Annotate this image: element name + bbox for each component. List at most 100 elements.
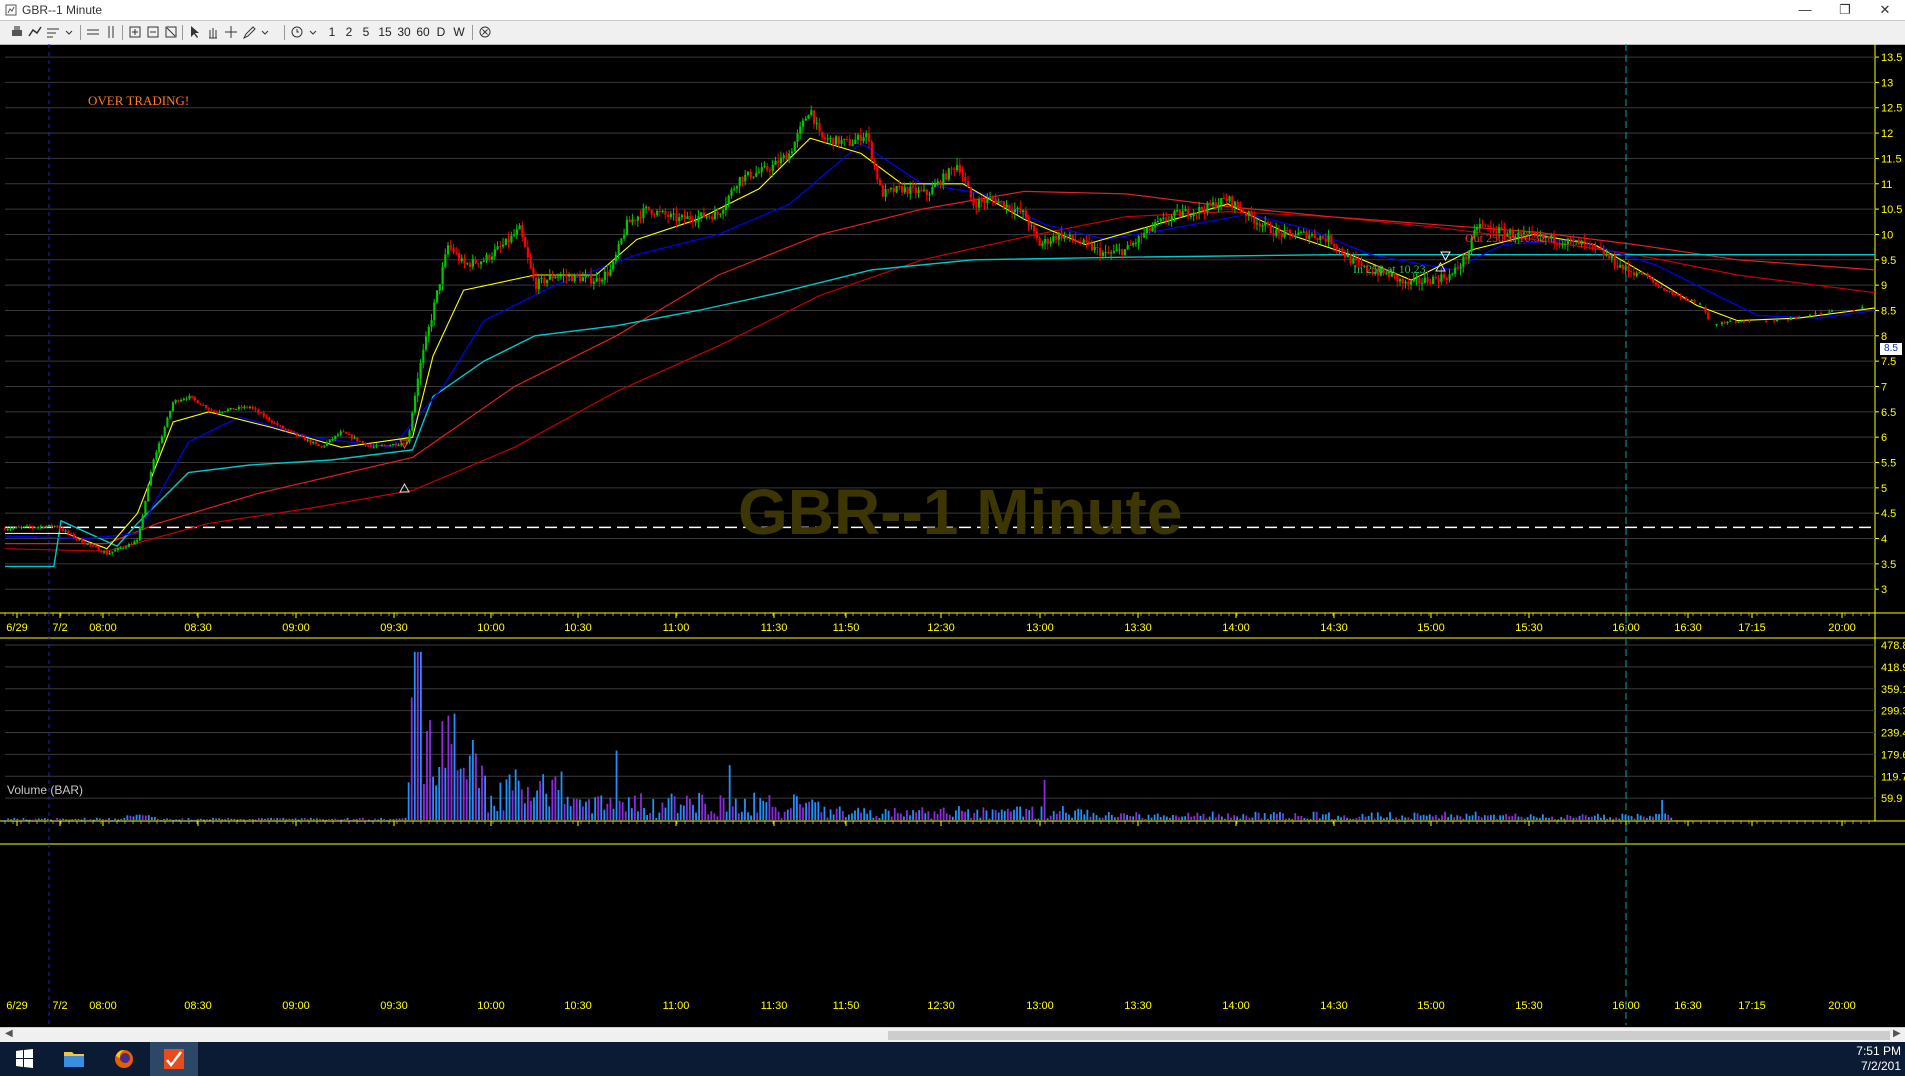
volume-bar xyxy=(1153,814,1156,820)
candle-body xyxy=(364,442,367,446)
vertical-layout-icon[interactable] xyxy=(104,24,118,40)
candle-body xyxy=(397,444,400,446)
volume-bar xyxy=(154,817,156,820)
volume-bar xyxy=(1156,813,1159,820)
candle-body xyxy=(1030,225,1033,227)
clock-icon[interactable] xyxy=(290,24,304,40)
volume-bar xyxy=(401,818,404,820)
candle-body xyxy=(61,528,64,531)
scroll-left-arrow-icon[interactable]: ◀ xyxy=(5,1028,13,1039)
volume-bar xyxy=(725,811,728,820)
volume-bar xyxy=(1294,813,1297,820)
maximize-button[interactable]: ❐ xyxy=(1825,0,1865,20)
chevron-down-icon[interactable] xyxy=(64,24,74,40)
volume-bar xyxy=(740,811,743,820)
close-button[interactable]: ✕ xyxy=(1865,0,1905,20)
zoom-fit-icon[interactable] xyxy=(164,24,178,40)
candle-body xyxy=(1066,235,1069,237)
scrollbar-thumb[interactable] xyxy=(888,1031,1890,1040)
volume-bar xyxy=(976,809,979,820)
chevron-down-icon[interactable] xyxy=(260,24,270,40)
volume-time-label: 09:30 xyxy=(380,1000,408,1012)
cancel-icon[interactable] xyxy=(478,24,492,40)
chevron-down-icon[interactable] xyxy=(308,24,318,40)
candle-body xyxy=(1288,230,1292,234)
candle-body xyxy=(254,408,257,410)
volume-bar xyxy=(1383,818,1385,820)
volume-bar xyxy=(753,792,756,820)
candle-body xyxy=(900,186,904,193)
volume-bar xyxy=(1419,815,1422,820)
volume-bar xyxy=(319,818,321,820)
interval-week-button[interactable]: W xyxy=(451,24,467,40)
candle-body xyxy=(1844,310,1847,312)
file-explorer-icon[interactable] xyxy=(50,1042,98,1076)
candle-body xyxy=(1085,239,1088,242)
candle-body xyxy=(169,410,172,418)
chart-area[interactable]: 13.5 13 12.5 12 11.5 11 10.5 10 9.5 9 8.5 8 7.5 7 6.5 6… xyxy=(0,44,1905,1027)
pan-hand-icon[interactable] xyxy=(206,24,220,40)
interval-15-button[interactable]: 15 xyxy=(377,24,393,40)
candle-body xyxy=(1613,255,1616,266)
candle-body xyxy=(39,526,42,528)
candle-body xyxy=(801,120,805,127)
price-tick-label: 5.5 xyxy=(1881,457,1896,469)
candle-body xyxy=(1674,294,1677,296)
volume-bar xyxy=(355,819,358,821)
pencil-icon[interactable] xyxy=(242,24,256,40)
candle-body xyxy=(1682,298,1685,300)
crosshair-icon[interactable] xyxy=(224,24,238,40)
volume-bar xyxy=(453,713,456,820)
volume-bar xyxy=(1584,815,1587,820)
system-clock[interactable]: 7:51 PM 7/2/201 xyxy=(1856,1044,1901,1074)
volume-bar xyxy=(1276,813,1278,820)
candle-body xyxy=(887,189,890,191)
volume-bar xyxy=(1581,814,1584,820)
price-time-label: 11:50 xyxy=(833,622,860,634)
volume-bar xyxy=(83,817,86,820)
volume-bar xyxy=(866,813,869,820)
minimize-button[interactable]: — xyxy=(1785,0,1825,20)
cursor-icon[interactable] xyxy=(188,24,202,40)
candle-body xyxy=(1165,217,1168,221)
candle-body xyxy=(953,168,956,171)
candle-body xyxy=(911,186,915,188)
zoom-in-icon[interactable] xyxy=(128,24,142,40)
candle-body xyxy=(23,526,26,528)
volume-bar xyxy=(1141,818,1144,820)
volume-bar xyxy=(719,795,722,820)
interval-1-button[interactable]: 1 xyxy=(326,24,338,40)
candle-body xyxy=(1294,235,1297,237)
candle-body xyxy=(810,110,813,116)
volume-bar xyxy=(1551,816,1553,820)
print-icon[interactable] xyxy=(10,24,24,40)
interval-60-button[interactable]: 60 xyxy=(415,24,431,40)
candle-body xyxy=(958,165,961,173)
candle-body xyxy=(64,530,67,532)
firefox-icon[interactable] xyxy=(100,1042,148,1076)
volume-bar xyxy=(1465,813,1468,820)
trading-app-icon[interactable] xyxy=(150,1042,198,1076)
candle-body xyxy=(738,176,741,187)
volume-bar xyxy=(1208,816,1211,820)
zoom-out-icon[interactable] xyxy=(146,24,160,40)
volume-bar xyxy=(322,819,324,821)
candle-body xyxy=(1181,211,1184,217)
indicator-icon[interactable] xyxy=(46,24,60,40)
scroll-right-arrow-icon[interactable]: ▶ xyxy=(1893,1028,1901,1039)
volume-bar xyxy=(1000,809,1003,820)
chart-type-icon[interactable] xyxy=(28,24,42,40)
windows-start-icon[interactable] xyxy=(0,1042,48,1076)
volume-time-label: 10:30 xyxy=(564,1000,592,1012)
candle-body xyxy=(114,549,117,552)
candle-body xyxy=(1220,198,1223,205)
horizontal-layout-icon[interactable] xyxy=(86,24,100,40)
interval-5-button[interactable]: 5 xyxy=(360,24,372,40)
interval-30-button[interactable]: 30 xyxy=(396,24,412,40)
interval-day-button[interactable]: D xyxy=(434,24,448,40)
horizontal-scrollbar[interactable]: ◀ ▶ xyxy=(0,1027,1905,1043)
volume-bar xyxy=(829,809,832,820)
interval-2-button[interactable]: 2 xyxy=(343,24,355,40)
volume-bar xyxy=(303,817,306,820)
candle-body xyxy=(537,278,540,289)
